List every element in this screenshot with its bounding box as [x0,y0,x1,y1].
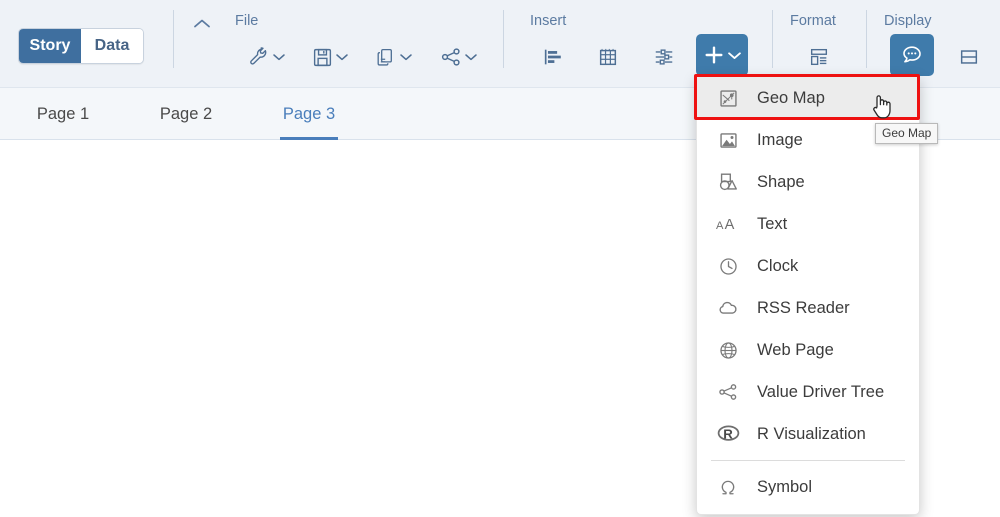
globe-icon [715,340,741,361]
menu-item-r-visualization[interactable]: R R Visualization [697,413,919,455]
menu-item-label: Clock [757,256,799,275]
insert-table-button[interactable] [589,37,627,77]
group-label-format: Format [790,13,836,29]
menu-item-label: Value Driver Tree [757,382,885,401]
display-split-button[interactable] [950,37,988,77]
geo-map-icon [715,88,741,109]
story-mode-button[interactable]: Story [19,29,81,63]
menu-item-label: Symbol [757,477,813,496]
collapse-toolbar-chevron-up-icon[interactable] [188,12,216,36]
menu-item-rss-reader[interactable]: RSS Reader [697,287,919,329]
group-label-insert: Insert [530,13,567,29]
menu-item-clock[interactable]: Clock [697,245,919,287]
split-panel-icon [960,50,978,64]
page-tab-3[interactable]: Page 3 [263,88,355,140]
text-aa-icon: A A [715,214,741,234]
chevron-down-icon [464,53,477,61]
shape-icon [715,171,741,193]
menu-item-symbol[interactable]: Symbol [697,466,919,508]
save-menu-button[interactable] [302,37,358,77]
table-grid-icon [599,48,617,66]
story-data-toggle[interactable]: Story Data [18,28,144,64]
format-layout-button[interactable] [800,37,838,77]
value-driver-tree-icon [715,381,741,403]
wrench-icon [249,47,266,65]
comment-bubble-icon [903,46,921,63]
insert-chart-button[interactable] [534,37,572,77]
r-logo-icon: R [715,424,741,444]
chevron-down-icon [272,53,285,61]
copy-documents-icon [377,48,392,66]
menu-item-label: Image [757,130,803,149]
share-menu-button[interactable] [430,37,486,77]
menu-item-shape[interactable]: Shape [697,161,919,203]
chevron-down-icon [728,51,741,60]
toolbar-divider-3 [772,10,773,68]
menu-separator [711,460,905,461]
menu-item-label: Shape [757,172,805,191]
toolbar-divider-2 [503,10,504,68]
chevron-down-icon [336,53,348,61]
main-toolbar: Story Data File Insert Format Display [0,0,1000,88]
display-comments-button[interactable] [890,34,934,76]
plus-icon [705,46,723,64]
layout-panel-icon [810,48,828,66]
svg-text:A: A [725,217,735,233]
image-icon [715,130,741,151]
group-label-file: File [235,13,259,29]
chevron-down-icon [400,53,412,61]
save-floppy-icon [313,48,332,66]
data-mode-button[interactable]: Data [81,29,143,63]
omega-symbol-icon [715,477,741,498]
page-tab-1[interactable]: Page 1 [17,88,109,140]
menu-item-label: Geo Map [757,88,825,107]
insert-more-button[interactable] [696,34,748,76]
group-label-display: Display [884,13,932,29]
menu-item-web-page[interactable]: Web Page [697,329,919,371]
insert-input-control-button[interactable] [645,37,683,77]
share-nodes-icon [441,48,460,66]
menu-item-geo-map[interactable]: Geo Map [697,77,919,119]
cloud-icon [715,297,741,319]
menu-item-label: RSS Reader [757,298,850,317]
svg-text:R: R [723,426,733,441]
menu-item-text[interactable]: A A Text [697,203,919,245]
clock-icon [715,256,741,277]
bar-chart-icon [544,49,561,65]
svg-text:A: A [716,220,724,232]
tooltip: Geo Map [875,123,939,144]
page-tab-2[interactable]: Page 2 [140,88,232,140]
tools-menu-button[interactable] [238,37,294,77]
menu-item-label: Text [757,214,788,233]
copy-menu-button[interactable] [366,37,422,77]
menu-item-value-driver-tree[interactable]: Value Driver Tree [697,371,919,413]
toolbar-divider-4 [866,10,867,68]
toolbar-divider-1 [173,10,174,68]
menu-item-label: Web Page [757,340,834,359]
menu-item-label: R Visualization [757,424,866,443]
sliders-icon [655,49,673,65]
